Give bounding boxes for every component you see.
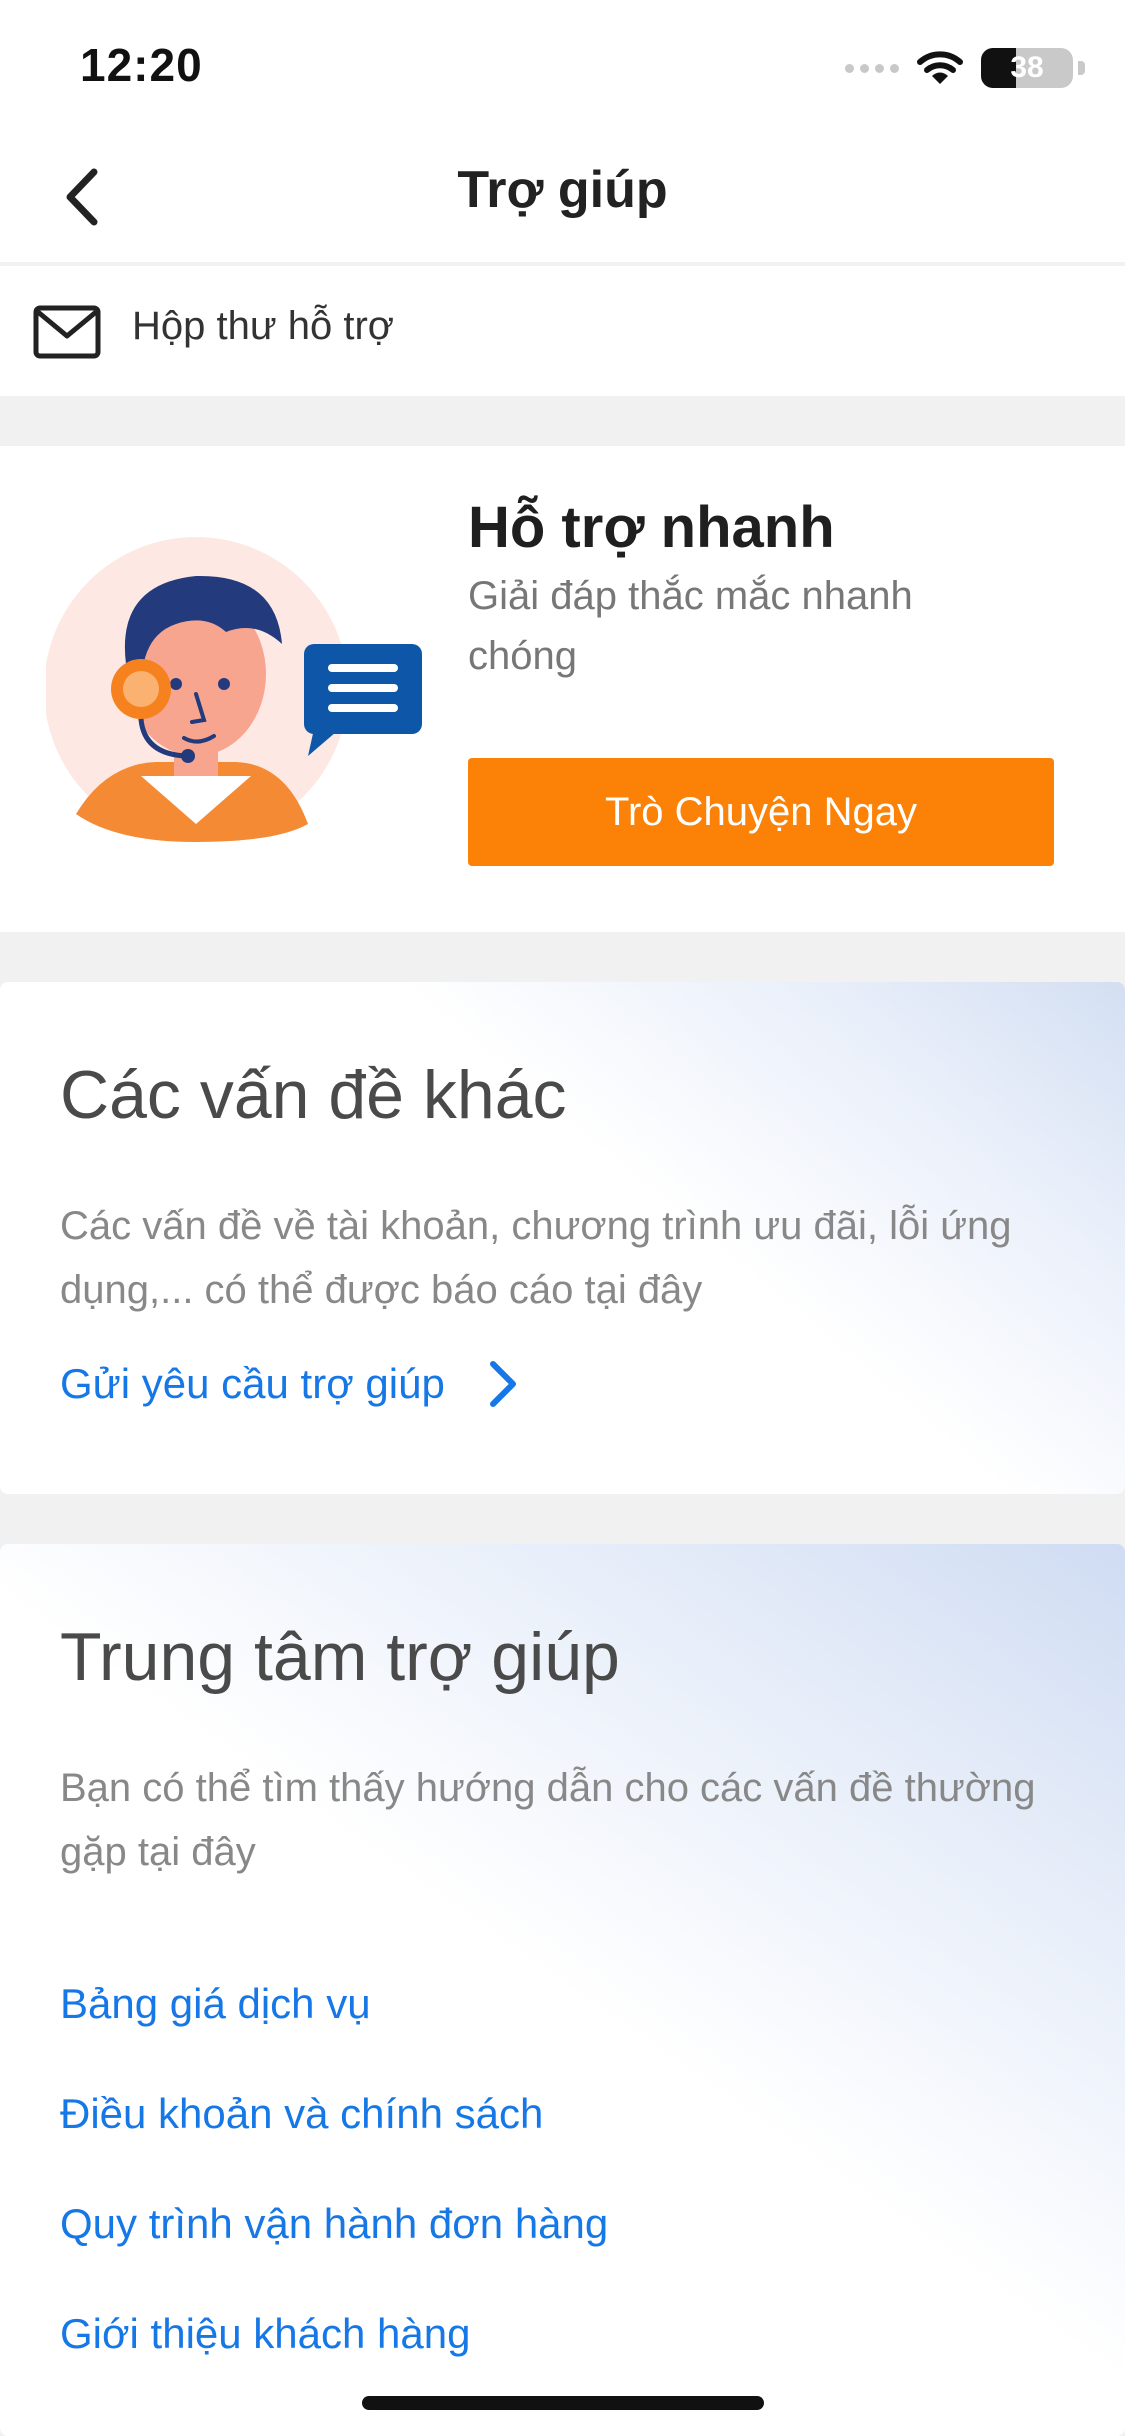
help-link-terms-policy[interactable]: Điều khoản và chính sách: [60, 2090, 543, 2138]
cellular-signal-icon: [845, 63, 899, 73]
help-link-order-process[interactable]: Quy trình vận hành đơn hàng: [60, 2200, 608, 2248]
wifi-icon: [917, 51, 963, 84]
submit-help-request-link[interactable]: Gửi yêu cầu trợ giúp: [60, 1358, 521, 1410]
help-center-description: Bạn có thể tìm thấy hướng dẫn cho các vấ…: [60, 1766, 1036, 1874]
status-icons: 38: [845, 48, 1085, 88]
submit-help-request-label: Gửi yêu cầu trợ giúp: [60, 1360, 445, 1407]
help-link-customer-referral[interactable]: Giới thiệu khách hàng: [60, 2310, 470, 2358]
top-bar: 12:20 38 Trợ giúp: [0, 0, 1125, 262]
mail-icon: [33, 305, 101, 359]
help-center-title: Trung tâm trợ giúp: [60, 1619, 620, 1695]
quick-support-title: Hỗ trợ nhanh: [468, 495, 835, 560]
battery-icon: 38: [981, 48, 1085, 88]
other-issues-card: Các vấn đề khác Các vấn đề về tài khoản,…: [0, 982, 1125, 1494]
support-agent-illustration: [46, 537, 422, 842]
support-inbox-label: Hộp thư hỗ trợ: [132, 304, 395, 348]
help-center-card: Trung tâm trợ giúp Bạn có thể tìm thấy h…: [0, 1544, 1125, 2436]
help-link-pricing[interactable]: Bảng giá dịch vụ: [60, 1980, 371, 2028]
battery-level-text: 38: [1010, 51, 1044, 84]
quick-support-subtitle: Giải đáp thắc mắc nhanh chóng: [468, 574, 913, 678]
chat-now-button[interactable]: Trò Chuyện Ngay: [468, 758, 1054, 866]
home-indicator[interactable]: [362, 2396, 764, 2410]
quick-support-card: Hỗ trợ nhanh Giải đáp thắc mắc nhanh chó…: [0, 446, 1125, 932]
chevron-right-icon: [489, 1361, 516, 1407]
status-time: 12:20: [80, 39, 203, 91]
support-inbox-row[interactable]: Hộp thư hỗ trợ: [0, 266, 1125, 396]
other-issues-title: Các vấn đề khác: [60, 1057, 567, 1133]
page-title: Trợ giúp: [457, 161, 668, 219]
other-issues-description: Các vấn đề về tài khoản, chương trình ưu…: [60, 1204, 1012, 1312]
